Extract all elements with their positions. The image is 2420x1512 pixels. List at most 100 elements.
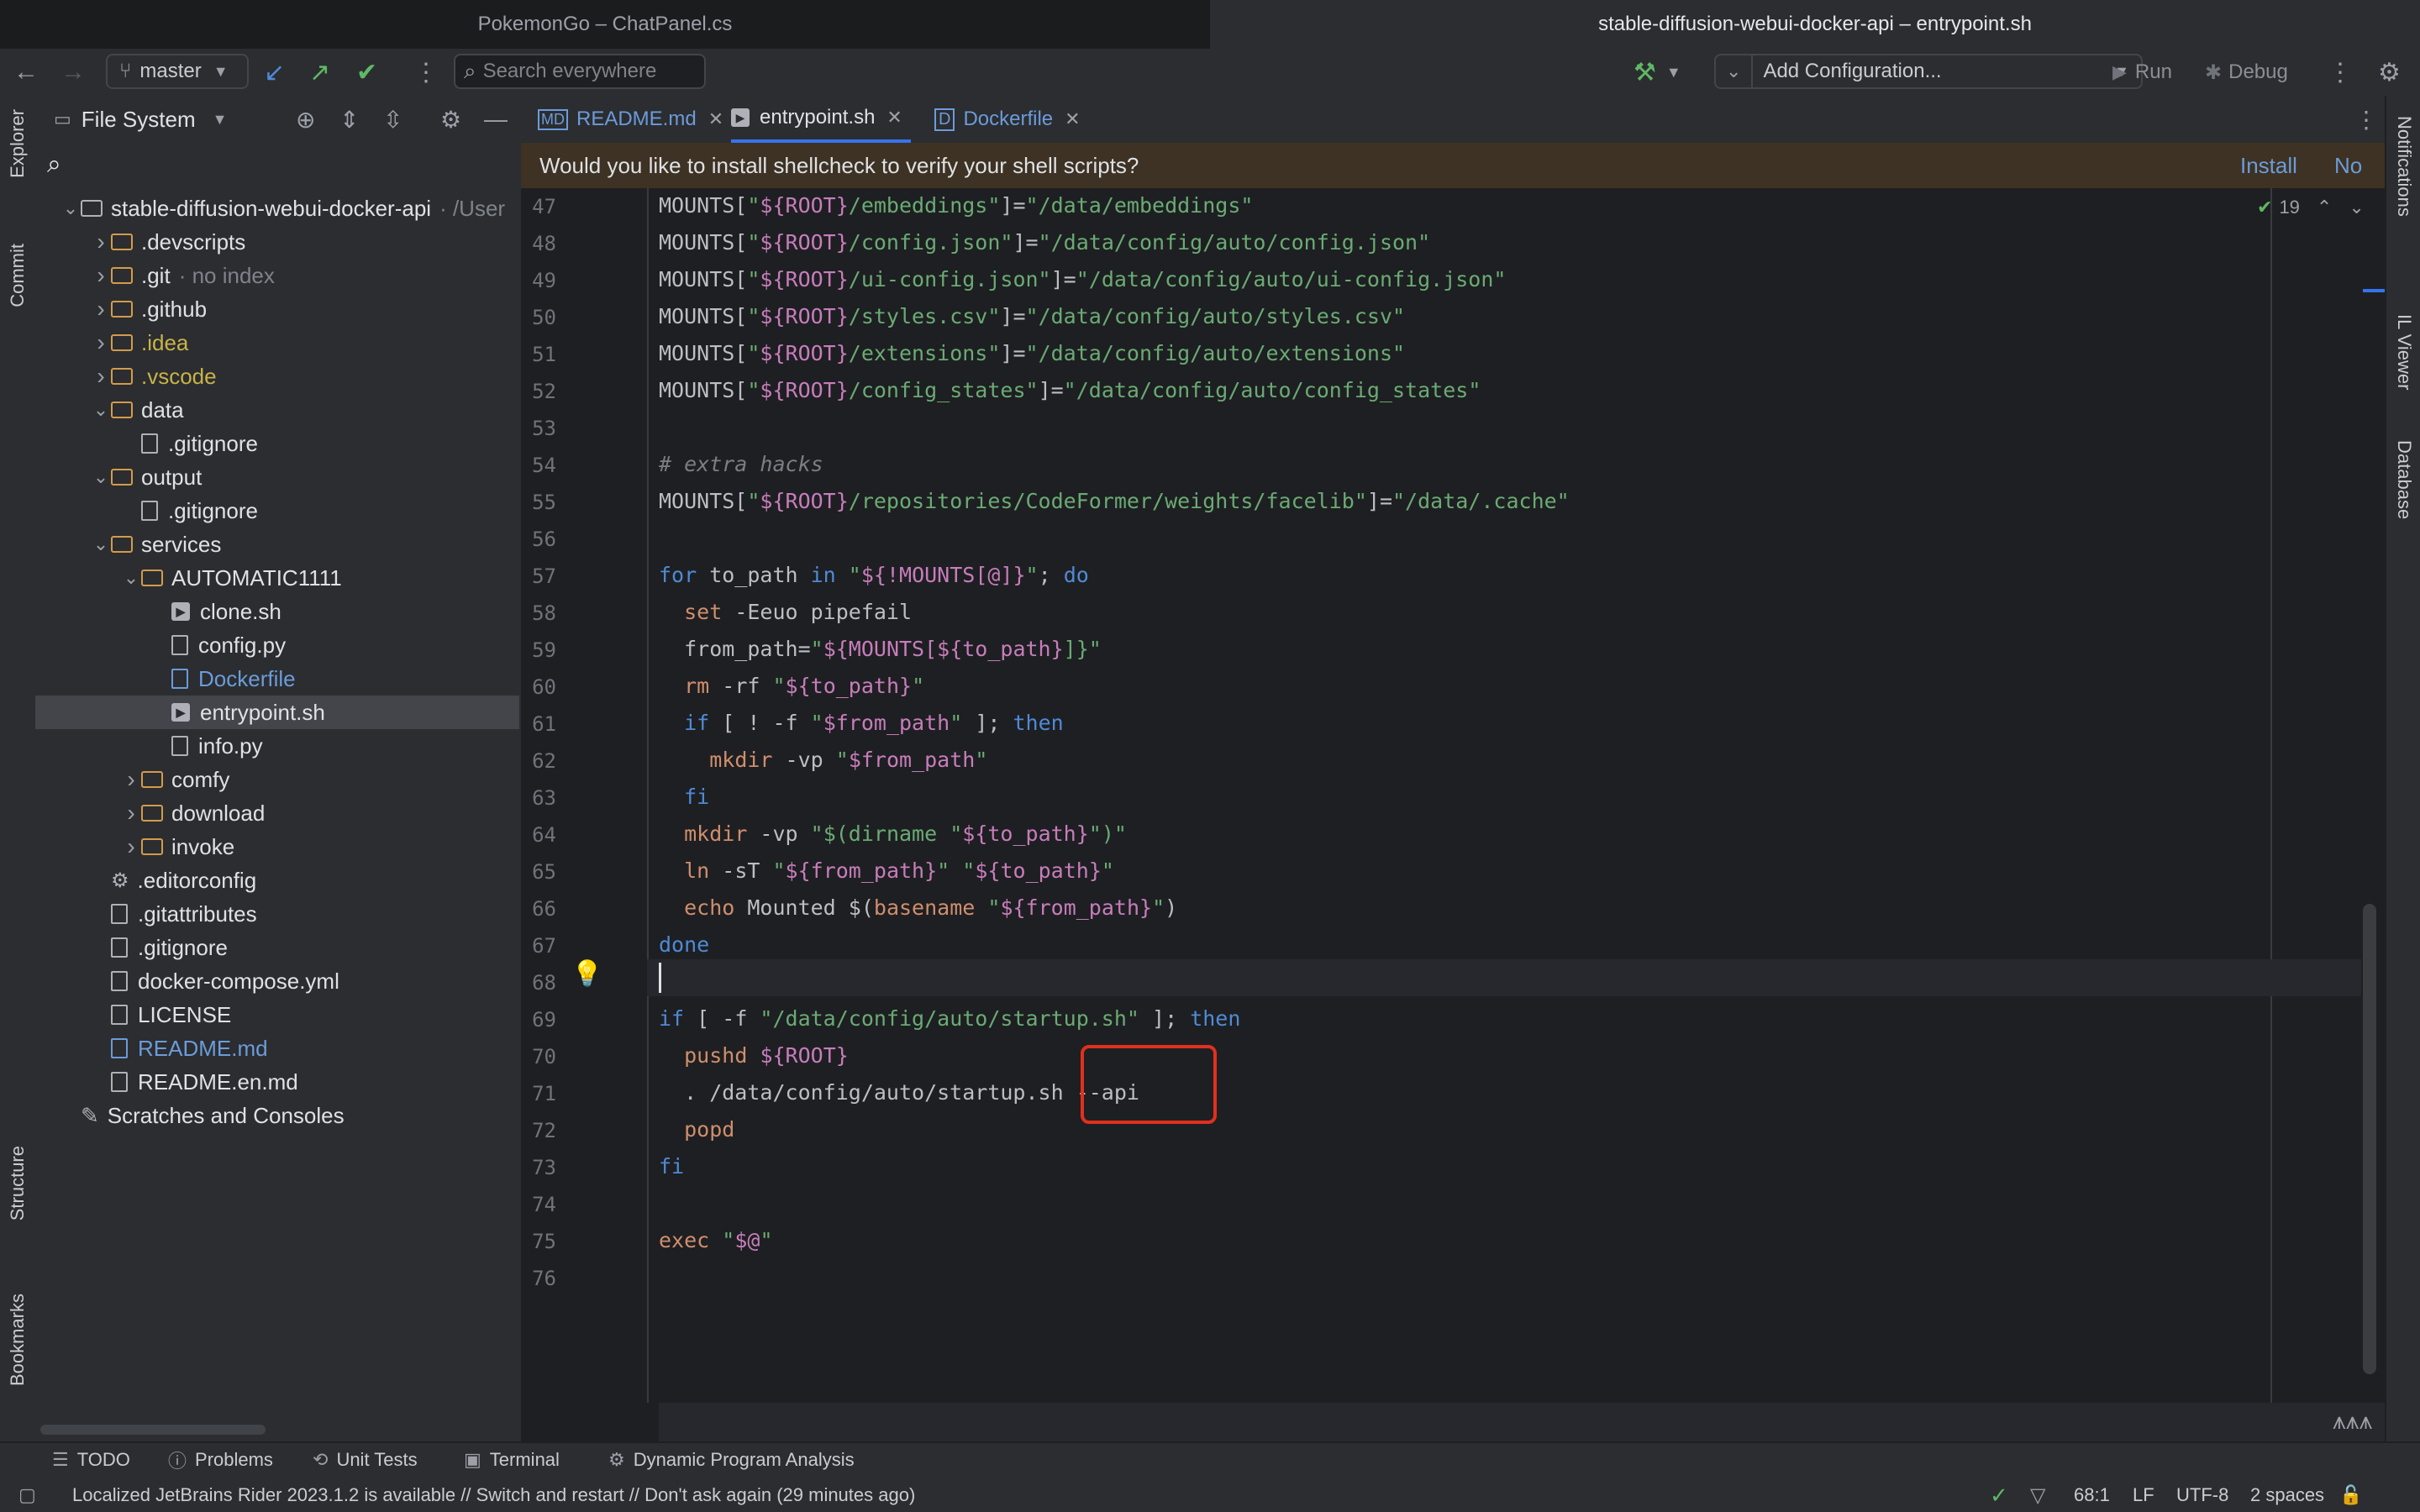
chevron-right-icon[interactable]: › bbox=[121, 766, 141, 793]
tree-item[interactable]: › .git · no index bbox=[91, 259, 275, 292]
bookmarks-tool-button[interactable]: Bookmarks bbox=[7, 1294, 29, 1386]
line-separator[interactable]: LF bbox=[2133, 1478, 2154, 1512]
chevron-right-icon[interactable]: › bbox=[91, 296, 111, 323]
build-button[interactable]: ⚒ ▼ bbox=[1634, 49, 1681, 96]
tree-item[interactable]: .gitignore bbox=[121, 427, 258, 460]
chevron-right-icon[interactable]: › bbox=[91, 329, 111, 356]
run-more-button[interactable]: ⋮ bbox=[2328, 49, 2353, 96]
back-button[interactable]: ← bbox=[13, 49, 39, 96]
commit-button[interactable]: ✔ bbox=[356, 49, 377, 96]
lightbulb-icon[interactable]: 💡 bbox=[571, 959, 602, 989]
status-ok-icon[interactable]: ✓ bbox=[1990, 1478, 2008, 1512]
tree-item[interactable]: › .github bbox=[91, 292, 207, 326]
tree-item[interactable]: README.md bbox=[91, 1032, 268, 1065]
chevron-down-icon[interactable]: ⌄ bbox=[91, 399, 111, 421]
tab-readme[interactable]: MD README.md ✕ bbox=[538, 96, 723, 143]
terminal-tool-button[interactable]: ▣ Terminal bbox=[464, 1441, 560, 1478]
chevron-right-icon[interactable]: › bbox=[91, 228, 111, 255]
chevron-down-icon[interactable]: ⌄ bbox=[91, 533, 111, 555]
close-icon[interactable]: ✕ bbox=[1065, 108, 1080, 130]
file-encoding[interactable]: UTF-8 bbox=[2176, 1478, 2228, 1512]
tree-item[interactable]: .gitignore bbox=[121, 494, 258, 528]
locate-icon[interactable]: ⊕ bbox=[296, 106, 315, 134]
expand-all-icon[interactable]: ⇕ bbox=[339, 106, 359, 134]
search-everywhere-field[interactable]: ⌕ Search everywhere bbox=[454, 54, 706, 89]
tree-item[interactable]: LICENSE bbox=[91, 998, 231, 1032]
indent-setting[interactable]: 2 spaces bbox=[2250, 1478, 2324, 1512]
chevron-down-icon[interactable]: ▼ bbox=[213, 111, 228, 129]
tree-item[interactable]: ⌄ stable-diffusion-webui-docker-api · /Use… bbox=[60, 192, 505, 225]
tree-item[interactable]: › .devscripts bbox=[91, 225, 245, 259]
tree-item[interactable]: › .vscode bbox=[91, 360, 216, 393]
branch-selector[interactable]: ⑂ master ▼ bbox=[106, 54, 249, 89]
debug-button[interactable]: ✱ Debug bbox=[2205, 49, 2288, 96]
dpa-tool-button[interactable]: ⚙ Dynamic Program Analysis bbox=[608, 1441, 855, 1478]
todo-tool-button[interactable]: ☰ TODO bbox=[52, 1441, 130, 1478]
il-viewer-tool-button[interactable]: IL Viewer bbox=[2393, 314, 2415, 391]
tree-item[interactable]: › comfy bbox=[121, 763, 229, 796]
tab-dockerfile[interactable]: D Dockerfile ✕ bbox=[934, 96, 1081, 143]
settings-button[interactable]: ⚙ bbox=[2378, 49, 2401, 96]
chevron-right-icon[interactable]: › bbox=[91, 262, 111, 289]
tabs-more-button[interactable]: ⋮ bbox=[2354, 96, 2378, 143]
gear-icon[interactable]: ⚙ bbox=[440, 106, 461, 134]
chevron-up-icon[interactable]: ⌃ bbox=[2317, 197, 2332, 218]
inspection-widget[interactable]: ✔ 19 ⌃ ⌄ bbox=[2257, 197, 2365, 218]
forward-button[interactable]: → bbox=[60, 49, 86, 96]
status-layout-icon[interactable]: ▢ bbox=[18, 1478, 36, 1512]
tree-item[interactable]: ▶ entrypoint.sh bbox=[35, 696, 519, 729]
tree-item[interactable]: ▶ clone.sh bbox=[151, 595, 281, 628]
status-message[interactable]: Localized JetBrains Rider 2023.1.2 is av… bbox=[72, 1478, 915, 1512]
tree-item[interactable]: .gitattributes bbox=[91, 897, 257, 931]
tree-item[interactable]: docker-compose.yml bbox=[91, 964, 339, 998]
tree-item[interactable]: info.py bbox=[151, 729, 263, 763]
notifications-tool-button[interactable]: Notifications bbox=[2393, 116, 2415, 217]
vcs-more-button[interactable]: ⋮ bbox=[413, 49, 439, 96]
chevron-down-icon[interactable]: ⌄ bbox=[91, 466, 111, 488]
tree-item[interactable]: › invoke bbox=[121, 830, 234, 864]
code-editor[interactable] bbox=[521, 188, 2385, 1403]
chevron-down-icon[interactable]: ⌄ bbox=[121, 567, 141, 589]
problems-tool-button[interactable]: ⓘ Problems bbox=[168, 1441, 273, 1478]
update-project-button[interactable]: ↙ bbox=[264, 49, 285, 96]
tree-item[interactable]: ⌄ output bbox=[91, 460, 203, 494]
tree-item[interactable]: ⚙ .editorconfig bbox=[91, 864, 256, 897]
push-button[interactable]: ↗ bbox=[309, 49, 330, 96]
tree-item[interactable]: README.en.md bbox=[91, 1065, 298, 1099]
status-filter-icon[interactable]: ▽ bbox=[2030, 1478, 2045, 1512]
chevron-right-icon[interactable]: › bbox=[121, 800, 141, 827]
tree-item[interactable]: › .idea bbox=[91, 326, 188, 360]
tree-item[interactable]: Dockerfile bbox=[151, 662, 296, 696]
project-view-title[interactable]: File System bbox=[82, 107, 196, 133]
run-configuration-selector[interactable]: ⌄ Add Configuration... ▼ bbox=[1714, 54, 2143, 89]
tree-item[interactable]: ⌄ data bbox=[91, 393, 184, 427]
tree-item[interactable]: ⌄ AUTOMATIC1111 bbox=[121, 561, 342, 595]
chevron-down-icon[interactable]: ⌄ bbox=[2349, 197, 2364, 218]
chevron-right-icon[interactable]: › bbox=[121, 833, 141, 860]
readonly-toggle[interactable]: 🔓 bbox=[2339, 1478, 2362, 1512]
caret-position[interactable]: 68:1 bbox=[2074, 1478, 2110, 1512]
chevron-right-icon[interactable]: › bbox=[91, 363, 111, 390]
editor-vertical-scrollbar[interactable] bbox=[2363, 904, 2376, 1374]
structure-tool-button[interactable]: Structure bbox=[7, 1146, 29, 1221]
project-horizontal-scrollbar[interactable] bbox=[40, 1425, 266, 1435]
unit-tests-tool-button[interactable]: ⟲ Unit Tests bbox=[313, 1441, 418, 1478]
tab-entrypoint[interactable]: ▶ entrypoint.sh ✕ bbox=[731, 96, 911, 143]
close-icon[interactable]: ✕ bbox=[886, 107, 902, 129]
tree-item[interactable]: config.py bbox=[151, 628, 286, 662]
chevron-down-icon[interactable]: ⌄ bbox=[60, 197, 81, 219]
database-tool-button[interactable]: Database bbox=[2393, 440, 2415, 519]
commit-tool-button[interactable]: Commit bbox=[7, 244, 29, 307]
reader-mode-icon[interactable]: ⩚⩚⩚ bbox=[2333, 1408, 2372, 1436]
minimize-icon[interactable]: — bbox=[484, 106, 508, 133]
explorer-tool-button[interactable]: Explorer bbox=[7, 109, 29, 178]
tree-item[interactable]: ⌄ services bbox=[91, 528, 222, 561]
run-button[interactable]: ▶ Run bbox=[2112, 49, 2172, 96]
install-link[interactable]: Install bbox=[2240, 153, 2297, 179]
tree-item[interactable]: › download bbox=[121, 796, 265, 830]
no-link[interactable]: No bbox=[2334, 153, 2362, 179]
close-icon[interactable]: ✕ bbox=[708, 108, 723, 130]
project-search-bar[interactable]: ⌕ bbox=[35, 143, 521, 186]
tree-item[interactable]: ✎ Scratches and Consoles bbox=[60, 1099, 345, 1132]
collapse-all-icon[interactable]: ⇳ bbox=[383, 106, 402, 134]
